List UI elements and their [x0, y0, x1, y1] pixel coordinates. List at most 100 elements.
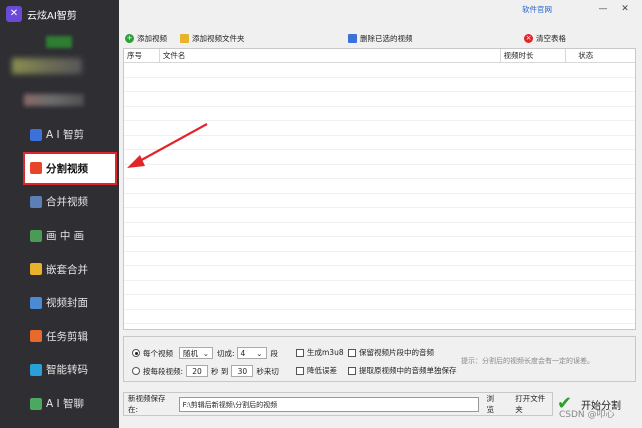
extract-audio-label: 提取原视频中的音频单独保存	[359, 366, 457, 375]
col-duration[interactable]: 视频时长	[501, 49, 567, 62]
table-body	[124, 63, 635, 324]
picture-in-picture-icon	[30, 229, 42, 242]
sidebar-item-label: 任务剪辑	[46, 330, 88, 343]
seconds-to-label: 秒 到	[211, 366, 229, 376]
add-video-label: 添加视频	[137, 34, 167, 43]
sidebar-item-split-video[interactable]: 分割视频	[23, 151, 117, 186]
minimize-button[interactable]: —	[592, 4, 614, 14]
per-video-label: 每个视频	[143, 348, 173, 358]
keep-audio-label: 保留视频片段中的音频	[359, 348, 434, 357]
sidebar-item-smart-transcode[interactable]: 智能转码	[0, 353, 119, 387]
by-seconds-radio[interactable]	[132, 367, 140, 375]
gen-m3u8-checkbox[interactable]	[296, 348, 304, 357]
blurred-username	[12, 58, 82, 74]
clear-icon: ×	[524, 34, 533, 43]
gen-m3u8-label: 生成m3u8	[307, 348, 344, 357]
title-bar: 软件官网 — ✕	[119, 0, 642, 18]
sidebar-item-label: A I 智聊	[46, 398, 84, 411]
add-icon: +	[125, 34, 134, 43]
per-video-radio[interactable]	[132, 349, 140, 357]
reduce-error-label: 降低误差	[307, 366, 337, 375]
segment-unit-label: 段	[270, 348, 279, 358]
save-path-input[interactable]: F:\剪辑后新视频\分割后的视频	[178, 396, 479, 412]
ai-chat-icon	[30, 397, 42, 410]
col-filename[interactable]: 文件名	[160, 49, 501, 62]
sidebar: ✕ 云炫AI智剪 A I 智剪 分割视频合并视频画 中 画嵌套合并视频封面任务剪辑…	[0, 0, 119, 428]
table-row	[124, 266, 635, 281]
table-row	[124, 63, 635, 78]
sidebar-item-ai-cut[interactable]: A I 智剪	[0, 118, 119, 152]
merge-video-icon	[30, 195, 42, 208]
add-folder-button[interactable]: 添加视频文件夹	[180, 33, 245, 44]
clear-table-button[interactable]: × 清空表格	[524, 33, 566, 44]
split-video-icon	[30, 162, 42, 175]
video-table[interactable]: 序号 文件名 视频时长 状态	[123, 48, 636, 330]
table-header: 序号 文件名 视频时长 状态	[124, 49, 635, 63]
table-row	[124, 179, 635, 194]
sidebar-item-nest-merge[interactable]: 嵌套合并	[0, 252, 119, 286]
close-button[interactable]: ✕	[614, 4, 636, 14]
official-website-link[interactable]: 软件官网	[522, 4, 552, 15]
mode-select[interactable]: 随机 ⌄	[179, 347, 213, 359]
sidebar-item-task-edit[interactable]: 任务剪辑	[0, 320, 119, 354]
chevron-down-icon: ⌄	[202, 348, 209, 358]
watermark-text: CSDN @叩心	[559, 410, 615, 420]
blurred-account-info	[24, 94, 84, 106]
sidebar-item-picture-in-picture[interactable]: 画 中 画	[0, 219, 119, 253]
video-cover-icon	[30, 296, 42, 309]
sidebar-item-merge-video[interactable]: 合并视频	[0, 185, 119, 219]
save-location-bar: 新视频保存在: F:\剪辑后新视频\分割后的视频 浏览 打开文件夹	[123, 392, 553, 416]
table-row	[124, 194, 635, 208]
app-title: 云炫AI智剪	[27, 10, 77, 22]
split-hint-text: 提示：分割后的视频长度会有一定的误差。	[461, 357, 594, 365]
browse-button[interactable]: 浏览	[487, 393, 502, 415]
table-row	[124, 252, 635, 266]
sidebar-item-ai-chat[interactable]: A I 智聊	[0, 387, 119, 421]
table-row	[124, 237, 635, 252]
col-status[interactable]: 状态	[566, 49, 635, 62]
sidebar-item-label: 视频封面	[46, 297, 88, 310]
task-edit-icon	[30, 330, 42, 343]
delete-selected-button[interactable]: 删除已选的视频	[348, 33, 413, 44]
folder-icon	[180, 34, 189, 43]
seconds-to-input[interactable]: 30	[231, 365, 254, 377]
segment-count-value: 4	[240, 348, 246, 358]
table-row	[124, 136, 635, 150]
table-row	[124, 78, 635, 92]
delete-file-icon	[348, 34, 357, 43]
ai-cut-icon	[30, 128, 42, 141]
segment-count-select[interactable]: 4 ⌄	[236, 347, 267, 359]
app-title-bar: ✕ 云炫AI智剪	[6, 6, 77, 22]
table-row	[124, 223, 635, 237]
table-row	[124, 107, 635, 121]
delete-selected-label: 删除已选的视频	[360, 34, 413, 43]
open-folder-button[interactable]: 打开文件夹	[515, 393, 552, 415]
table-row	[124, 150, 635, 165]
sidebar-item-video-cover[interactable]: 视频封面	[0, 286, 119, 320]
sidebar-item-label: 合并视频	[46, 196, 88, 209]
nest-merge-icon	[30, 263, 42, 276]
seconds-from-input[interactable]: 20	[186, 365, 209, 377]
add-folder-label: 添加视频文件夹	[192, 34, 245, 43]
add-video-button[interactable]: + 添加视频	[125, 33, 167, 44]
keep-audio-checkbox[interactable]	[348, 348, 356, 357]
sidebar-item-label: A I 智剪	[46, 129, 84, 142]
table-row	[124, 121, 635, 136]
sidebar-item-label: 嵌套合并	[46, 263, 88, 276]
col-index[interactable]: 序号	[124, 49, 160, 62]
blurred-avatar	[46, 36, 72, 48]
sidebar-item-label: 分割视频	[46, 162, 88, 175]
clear-table-label: 清空表格	[536, 34, 566, 43]
table-row	[124, 310, 635, 324]
main-panel: 软件官网 — ✕ + 添加视频 添加视频文件夹 删除已选的视频 × 清空表格 序…	[119, 0, 642, 428]
cut-label: 切成:	[217, 348, 235, 358]
sidebar-item-label: 智能转码	[46, 364, 88, 377]
sidebar-item-label: 画 中 画	[46, 230, 85, 243]
extract-audio-checkbox[interactable]	[348, 366, 356, 375]
reduce-error-checkbox[interactable]	[296, 366, 304, 375]
table-row	[124, 165, 635, 179]
app-logo-icon: ✕	[6, 6, 22, 22]
seconds-cut-label: 秒来切	[256, 366, 279, 376]
table-row	[124, 281, 635, 295]
toolbar: + 添加视频 添加视频文件夹 删除已选的视频 × 清空表格	[119, 30, 642, 46]
